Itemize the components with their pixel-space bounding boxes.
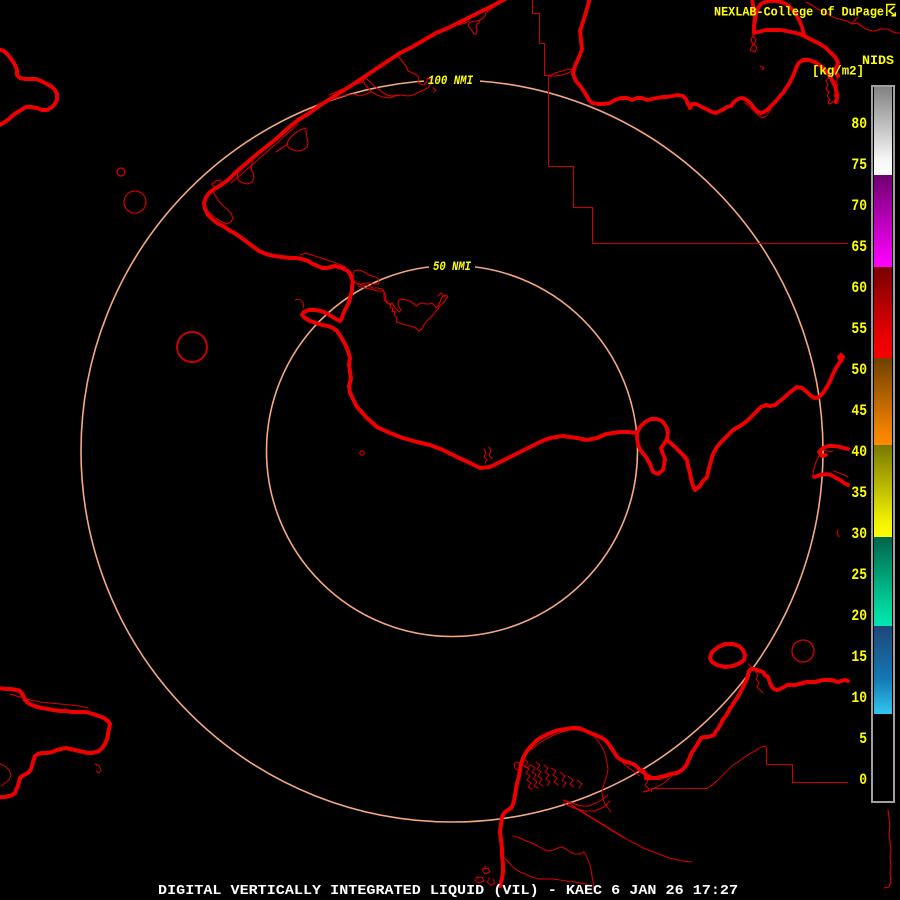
svg-text:80: 80 xyxy=(851,115,867,133)
svg-text:20: 20 xyxy=(851,607,867,625)
svg-text:0: 0 xyxy=(859,771,867,789)
svg-text:40: 40 xyxy=(851,443,867,461)
svg-text:5: 5 xyxy=(859,730,867,748)
svg-text:45: 45 xyxy=(851,402,867,420)
svg-text:70: 70 xyxy=(851,197,867,215)
svg-text:DIGITAL VERTICALLY INTEGRATED: DIGITAL VERTICALLY INTEGRATED LIQUID (VI… xyxy=(158,883,738,899)
svg-text:75: 75 xyxy=(851,156,867,174)
svg-text:15: 15 xyxy=(851,648,867,666)
svg-text:[kg/m2]: [kg/m2] xyxy=(812,64,864,79)
svg-text:NIDS: NIDS xyxy=(862,53,894,68)
svg-text:60: 60 xyxy=(851,279,867,297)
svg-text:100 NMI: 100 NMI xyxy=(428,74,473,88)
svg-text:50 NMI: 50 NMI xyxy=(433,260,471,274)
svg-text:25: 25 xyxy=(851,566,867,584)
svg-text:55: 55 xyxy=(851,320,867,338)
svg-text:10: 10 xyxy=(851,689,867,707)
svg-text:NEXLAB-College of DuPage: NEXLAB-College of DuPage xyxy=(714,5,884,20)
svg-text:65: 65 xyxy=(851,238,867,256)
svg-text:30: 30 xyxy=(851,525,867,543)
svg-text:35: 35 xyxy=(851,484,867,502)
svg-text:50: 50 xyxy=(851,361,867,379)
